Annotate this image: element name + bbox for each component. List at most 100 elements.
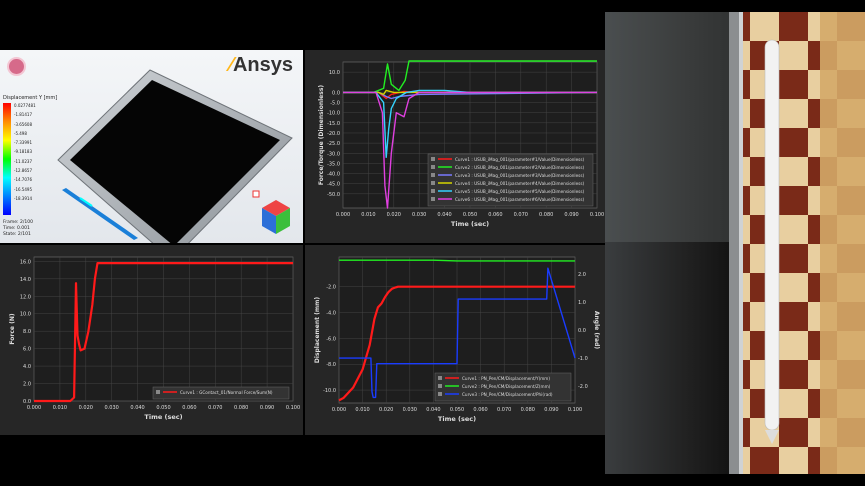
y-tick-label: -15.0 (327, 121, 340, 127)
y-tick-label: -45.0 (327, 182, 340, 188)
x-tick-label: 0.020 (387, 212, 401, 218)
y-tick-label: 8.0 (23, 329, 31, 335)
legend-checkbox[interactable] (431, 157, 435, 161)
x-tick-label: 0.020 (79, 405, 93, 411)
series-line (339, 259, 575, 262)
normal-force-chart: 0.000 0.010 0.020 0.030 0.040 0.050 0.060 0.070… (0, 245, 303, 435)
simulation-viewport[interactable]: ⁄Ansys Displacement Y [mm] 0.0277481 -1.8… (0, 50, 303, 243)
x-tick-label: 0.010 (355, 407, 369, 413)
y-right-tick-label: 0.0 (578, 328, 586, 334)
force-torque-plot: 0.000 0.010 0.020 0.030 0.040 0.050 0.060 0.070… (318, 60, 604, 228)
y-right-axis-label: Angle (rad) (593, 311, 600, 349)
legend-checkbox[interactable] (431, 197, 435, 201)
y-tick-label: -50.0 (327, 192, 340, 198)
y-tick-label: 0.0 (332, 90, 340, 96)
y-tick-label: 0.0 (23, 399, 31, 405)
legend-checkbox[interactable] (431, 173, 435, 177)
y-tick-label: -25.0 (327, 141, 340, 147)
y-axis-label: Displacement (mm) (314, 297, 321, 363)
x-tick-label: 0.060 (473, 407, 487, 413)
x-axis-label: Time (sec) (438, 415, 476, 423)
normal-force-plot: 0.000 0.010 0.020 0.030 0.040 0.050 0.060 0.070… (9, 256, 300, 421)
legend-checkbox[interactable] (156, 390, 160, 394)
tablet-model (57, 69, 293, 243)
y-tick-label: 4.0 (23, 364, 31, 370)
x-tick-label: 0.070 (208, 405, 222, 411)
y-tick-label: -10.0 (323, 388, 336, 394)
x-tick-label: 0.000 (27, 405, 41, 411)
legend-entry: Curve3 : USUB_iMag_001/parameter#3/Value… (455, 173, 585, 178)
y-tick-label: -4.0 (326, 311, 336, 317)
stylus-pen (764, 39, 780, 431)
x-tick-label: 0.030 (403, 407, 417, 413)
orientation-cube-icon (262, 200, 290, 234)
y-right-tick-label: 1.0 (578, 300, 586, 306)
probe-marker (252, 190, 260, 198)
legend-entry: Curve4 : USUB_iMag_001/parameter#4/Value… (455, 181, 585, 186)
y-tick-label: -2.0 (326, 285, 336, 291)
y-tick-label: 12.0 (20, 294, 31, 300)
y-tick-label: -40.0 (327, 172, 340, 178)
y-axis-label: Force (N) (9, 313, 16, 344)
x-tick-label: 0.080 (521, 407, 535, 413)
x-tick-label: 0.040 (437, 212, 451, 218)
legend-entry: Curve3 : PN_Pen/CM/Displacement/Phi(rad) (462, 392, 553, 397)
y-tick-label: -30.0 (327, 151, 340, 157)
legend-checkbox[interactable] (438, 384, 442, 388)
legend-checkbox[interactable] (431, 189, 435, 193)
x-tick-label: 0.060 (182, 405, 196, 411)
x-axis-label: Time (sec) (451, 220, 489, 228)
y-tick-label: -5.0 (330, 101, 340, 107)
legend-entry: Curve6 : USUB_iMag_001/parameter#6/Value… (455, 197, 585, 202)
x-tick-label: 0.040 (130, 405, 144, 411)
y-tick-label: 10.0 (329, 70, 340, 76)
y-tick-label: 16.0 (20, 259, 31, 265)
legend-entry: Curve1 : PN_Pen/CM/Displacement/Y(mm) (462, 376, 550, 381)
displacement-chart: 0.000 0.010 0.020 0.030 0.040 0.050 0.060 0.070… (305, 245, 605, 435)
legend-checkbox[interactable] (438, 392, 442, 396)
y-right-tick-label: -2.0 (578, 384, 588, 390)
x-tick-label: 0.000 (336, 212, 350, 218)
x-tick-label: 0.100 (590, 212, 604, 218)
y-right-tick-label: -1.0 (578, 356, 588, 362)
x-tick-label: 0.100 (568, 407, 582, 413)
y-tick-label: -35.0 (327, 161, 340, 167)
x-tick-label: 0.090 (260, 405, 274, 411)
legend-entry: Curve5 : USUB_iMag_001/parameter#5/Value… (455, 189, 585, 194)
tablet-screen (70, 80, 280, 243)
x-tick-label: 0.080 (539, 212, 553, 218)
experiment-photo-image (605, 12, 865, 474)
legend-entry: Curve2 : USUB_iMag_001/parameter#2/Value… (455, 165, 585, 170)
x-tick-label: 0.040 (426, 407, 440, 413)
x-tick-label: 0.030 (105, 405, 119, 411)
x-tick-label: 0.000 (332, 407, 346, 413)
x-tick-label: 0.020 (379, 407, 393, 413)
legend-checkbox[interactable] (431, 165, 435, 169)
x-tick-label: 0.050 (450, 407, 464, 413)
y-tick-label: -10.0 (327, 111, 340, 117)
legend-checkbox[interactable] (431, 181, 435, 185)
x-tick-label: 0.060 (488, 212, 502, 218)
legend-entry: Curve2 : PN_Pen/CM/Displacement/Z(mm) (462, 384, 551, 389)
x-tick-label: 0.070 (497, 407, 511, 413)
x-tick-label: 0.030 (412, 212, 426, 218)
experiment-photo (605, 12, 865, 474)
y-tick-label: -6.0 (326, 336, 336, 342)
legend-entry: Curve1 : USUB_iMag_001/parameter#1/Value… (455, 157, 585, 162)
x-tick-label: 0.050 (463, 212, 477, 218)
y-tick-label: 6.0 (23, 347, 31, 353)
y-tick-label: -8.0 (326, 362, 336, 368)
x-tick-label: 0.070 (514, 212, 528, 218)
legend-checkbox[interactable] (438, 376, 442, 380)
x-tick-label: 0.050 (156, 405, 170, 411)
x-tick-label: 0.010 (53, 405, 67, 411)
x-tick-label: 0.090 (544, 407, 558, 413)
x-tick-label: 0.080 (234, 405, 248, 411)
y-tick-label: 10.0 (20, 312, 31, 318)
legend-entry: Curve1 : GContact_01/Normal Force/Sum(N) (180, 390, 273, 395)
x-tick-label: 0.100 (286, 405, 300, 411)
x-axis-label: Time (sec) (144, 413, 182, 421)
y-axis-label: Force/Torque (Dimensionless) (318, 85, 325, 186)
y-tick-label: 14.0 (20, 277, 31, 283)
y-right-tick-label: 2.0 (578, 272, 586, 278)
